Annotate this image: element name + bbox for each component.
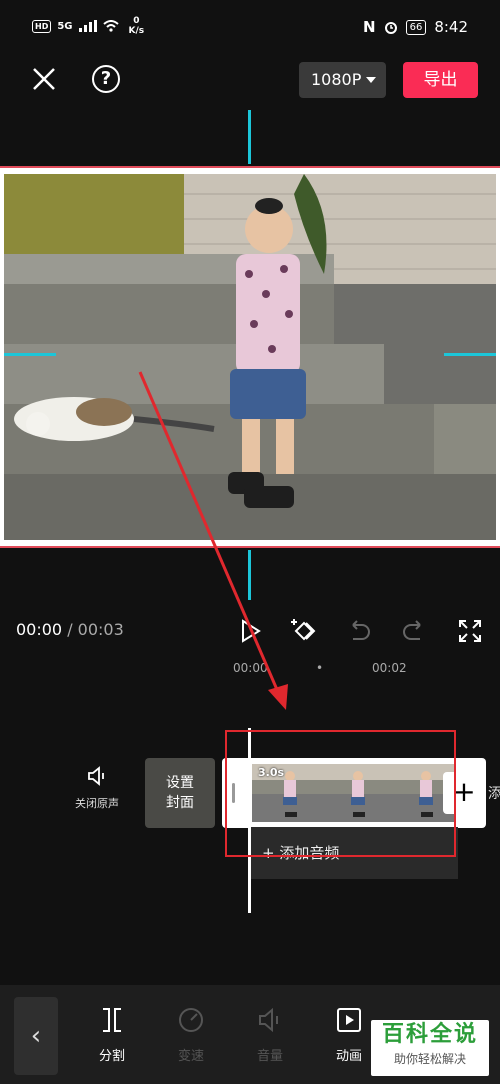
network-indicator: 5G	[57, 20, 73, 32]
watermark-subtitle: 助你轻松解决	[393, 1052, 466, 1066]
animation-tool[interactable]: 动画	[319, 1005, 379, 1064]
cover-label-1: 设置	[166, 775, 194, 791]
undo-icon[interactable]	[345, 617, 373, 645]
speed-value: 0	[133, 16, 140, 26]
preview-frame	[0, 166, 500, 548]
play-icon[interactable]	[236, 617, 264, 645]
annotation-highlight-box	[225, 730, 456, 857]
volume-label: 音量	[256, 1049, 283, 1064]
speed-unit: K/s	[128, 26, 145, 36]
ruler-label-start: 00:00	[233, 661, 268, 675]
split-icon	[103, 1008, 121, 1032]
resolution-value: 1080P	[311, 70, 362, 89]
preview-photo	[4, 174, 496, 540]
ruler-dot: •	[316, 661, 324, 675]
help-icon[interactable]: ?	[92, 65, 120, 93]
signal-icon	[78, 20, 97, 32]
time-display: 00:00 / 00:03	[16, 620, 124, 639]
center-guide-left	[4, 353, 56, 356]
split-label: 分割	[98, 1049, 125, 1064]
network-speed: 0 K/s	[129, 16, 145, 36]
clock: 8:42	[434, 18, 468, 36]
clip-duration: 3.0s	[258, 766, 285, 779]
set-cover-button[interactable]: 设置 封面	[145, 758, 215, 828]
timeline[interactable]: 00:00 • 00:02 关闭原声 设置 封面 3.0s + 添 + 添加音频	[0, 655, 500, 985]
redo-icon[interactable]	[400, 617, 428, 645]
wifi-icon	[102, 20, 119, 32]
fullscreen-icon[interactable]	[456, 617, 484, 645]
center-guide-bottom	[248, 550, 251, 600]
resolution-dropdown[interactable]: 1080P	[299, 62, 386, 98]
nfc-icon: N	[363, 18, 376, 36]
volume-tool[interactable]: 音量	[240, 1005, 300, 1064]
alarm-icon	[384, 22, 397, 34]
total-time: 00:03	[77, 620, 124, 639]
caret-down-icon	[366, 77, 376, 83]
status-bar: HD 5G 0 K/s N 66 8:42	[0, 0, 500, 50]
export-button[interactable]: 导出	[403, 62, 478, 98]
ruler-label-2s: 00:02	[372, 661, 407, 675]
playback-bar: 00:00 / 00:03	[0, 605, 500, 655]
watermark-logo: 百科全说 助你轻松解决	[371, 1020, 489, 1076]
cover-label-2: 封面	[166, 795, 194, 811]
editor-top-bar: ? 1080P 导出	[0, 50, 500, 110]
video-preview[interactable]	[0, 110, 500, 605]
speed-label: 变速	[177, 1049, 204, 1064]
add-more-label: 添	[488, 786, 500, 802]
volume-icon	[259, 1007, 278, 1033]
animation-label: 动画	[335, 1049, 362, 1064]
animation-icon	[337, 1008, 361, 1032]
watermark-title: 百科全说	[381, 1022, 478, 1047]
time-separator: /	[62, 620, 78, 639]
speed-tool[interactable]: 变速	[161, 1005, 221, 1064]
hd-indicator: HD	[32, 19, 52, 33]
keyframe-icon[interactable]	[288, 617, 320, 645]
speed-icon	[179, 1008, 203, 1032]
speaker-icon	[88, 766, 104, 786]
mute-original-audio-button[interactable]: 关闭原声	[72, 765, 122, 811]
battery-indicator: 66	[405, 19, 427, 35]
center-guide-right	[444, 353, 496, 356]
current-time: 00:00	[16, 620, 63, 639]
center-guide-top	[248, 110, 251, 164]
back-button[interactable]: ‹	[14, 997, 58, 1075]
close-icon[interactable]	[30, 65, 58, 93]
split-tool[interactable]: 分割	[82, 1005, 142, 1064]
mute-label: 关闭原声	[75, 797, 119, 810]
